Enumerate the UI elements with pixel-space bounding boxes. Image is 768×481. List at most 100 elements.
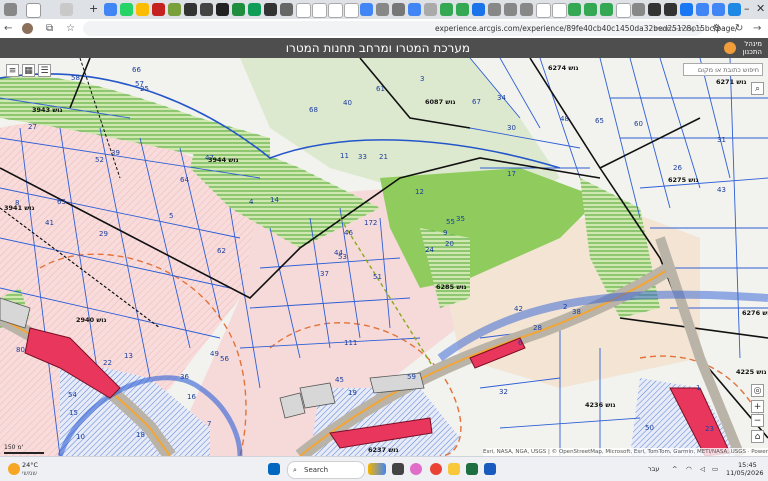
tab-favicon-icon[interactable] (472, 3, 485, 16)
tab-active[interactable] (26, 3, 41, 18)
tab-favicon-icon[interactable] (60, 3, 73, 16)
locate-icon[interactable]: ◎ (751, 384, 764, 397)
new-tab-button[interactable]: + (89, 2, 98, 16)
parcel-number: 39 (111, 149, 120, 157)
refresh-icon[interactable]: ↻ (735, 21, 743, 36)
basemap-icon[interactable]: ▦ (22, 64, 35, 77)
parcel-number: 11 (340, 152, 349, 160)
tab-favicon-icon[interactable] (424, 3, 437, 16)
maps-tab-icon[interactable] (584, 3, 597, 16)
minimize-window-icon[interactable]: – (744, 2, 750, 16)
tab-favicon-icon[interactable] (712, 3, 725, 16)
whatsapp-tab-icon[interactable] (120, 3, 133, 16)
browser-tab-bar: + – ✕ (0, 0, 768, 19)
tab-favicon-icon[interactable] (280, 3, 293, 16)
parcel-number: 10 (76, 433, 85, 441)
tab-favicon-icon[interactable] (216, 3, 229, 16)
block-label: 6276 גוש (742, 309, 768, 317)
tab-favicon-icon[interactable] (4, 3, 17, 16)
parcel-number: 60 (634, 120, 643, 128)
back-icon[interactable]: ← (4, 21, 12, 36)
excel-icon[interactable] (466, 463, 478, 475)
word-icon[interactable] (484, 463, 496, 475)
parcel-number: 31 (717, 136, 726, 144)
tab-favicon-icon[interactable] (504, 3, 517, 16)
parcel-number: 20 (445, 240, 454, 248)
tab-favicon-icon[interactable] (376, 3, 389, 16)
tab-favicon-icon[interactable] (664, 3, 677, 16)
google-tab-icon[interactable] (616, 3, 631, 18)
google-tab-icon[interactable] (296, 3, 311, 18)
tab-favicon-icon[interactable] (696, 3, 709, 16)
copilot-icon[interactable] (410, 463, 422, 475)
tab-favicon-icon[interactable] (520, 3, 533, 16)
parcel-number: 17 (507, 170, 516, 178)
tab-favicon-icon[interactable] (200, 3, 213, 16)
id-tab-icon[interactable] (264, 3, 277, 16)
parcel-number: 2 (563, 303, 567, 311)
google-tab-icon[interactable] (552, 3, 567, 18)
facebook-tab-icon[interactable] (680, 3, 693, 16)
weather-icon[interactable] (8, 463, 20, 475)
tab-favicon-icon[interactable] (136, 3, 149, 16)
layers-icon[interactable]: ≡ (6, 64, 19, 77)
parcel-number: 42 (514, 305, 523, 313)
search-submit-icon[interactable]: ⌕ (751, 82, 764, 95)
tab-favicon-icon[interactable] (392, 3, 405, 16)
wifi-icon[interactable]: ◠ (686, 465, 692, 473)
parcel-number: 66 (132, 66, 141, 74)
address-bar[interactable]: experience.arcgis.com/experience/89fe40c… (83, 21, 738, 36)
tab-favicon-icon[interactable] (360, 3, 373, 16)
map-view[interactable]: 3943 גוש 6087 גוש 3944 גוש 3941 גוש 6274… (0, 58, 768, 456)
tab-favicon-icon[interactable] (648, 3, 661, 16)
tab-favicon-icon[interactable] (728, 3, 741, 16)
zoom-out-button[interactable]: − (751, 414, 764, 427)
tab-favicon-icon[interactable] (488, 3, 501, 16)
file-explorer-icon[interactable] (448, 463, 460, 475)
star-icon[interactable]: ☆ (66, 21, 75, 36)
clock-date[interactable]: 11/05/2026 (726, 469, 763, 477)
map-canvas[interactable]: 3943 גוש 6087 גוש 3944 גוש 3941 גוש 6274… (0, 58, 768, 456)
tab-favicon-icon[interactable] (248, 3, 261, 16)
battery-icon[interactable]: ▭ (712, 465, 718, 473)
tab-favicon-icon[interactable] (408, 3, 421, 16)
forward-icon[interactable]: → (753, 21, 761, 36)
legend-icon[interactable]: ☰ (38, 64, 51, 77)
start-icon[interactable] (268, 463, 280, 475)
maps-tab-icon[interactable] (568, 3, 581, 16)
id-tab-icon[interactable] (184, 3, 197, 16)
parcel-number: 37 (320, 270, 329, 278)
block-label: 6274 גוש (548, 64, 579, 72)
taskbar-search[interactable]: ⌕ Search (287, 461, 365, 479)
parcel-number: 35 (456, 215, 465, 223)
chrome-icon[interactable] (430, 463, 442, 475)
widgets-icon[interactable] (368, 463, 386, 475)
tray-chevron-icon[interactable]: ^ (672, 465, 677, 473)
clock-time[interactable]: 15:45 (738, 461, 757, 469)
task-view-icon[interactable] (392, 463, 404, 475)
google-tab-icon[interactable] (312, 3, 327, 18)
google-tab-icon[interactable] (328, 3, 343, 18)
block-label: 6271 גוש (716, 78, 747, 86)
tab-favicon-icon[interactable] (104, 3, 117, 16)
gmail-tab-icon[interactable] (152, 3, 165, 16)
maps-tab-icon[interactable] (456, 3, 469, 16)
map-search-input[interactable]: חיפוש כתובת או מקום (683, 63, 763, 76)
google-tab-icon[interactable] (344, 3, 359, 18)
volume-icon[interactable]: ◁ (700, 465, 705, 473)
parcel-number: 61 (376, 85, 385, 93)
tab-favicon-icon[interactable] (168, 3, 181, 16)
tab-favicon-icon[interactable] (632, 3, 645, 16)
tune-icon[interactable]: ⚙ (712, 21, 721, 36)
tab-favicon-icon[interactable] (232, 3, 245, 16)
extensions-icon[interactable]: ⧉ (46, 21, 53, 36)
google-tab-icon[interactable] (536, 3, 551, 18)
maps-tab-icon[interactable] (600, 3, 613, 16)
language-indicator[interactable]: עבר (648, 465, 660, 473)
parcel-number: 45 (335, 376, 344, 384)
home-button[interactable]: ⌂ (751, 430, 764, 443)
zoom-in-button[interactable]: + (751, 400, 764, 413)
maps-tab-icon[interactable] (440, 3, 453, 16)
profile-avatar-icon[interactable] (22, 23, 33, 34)
close-window-icon[interactable]: ✕ (756, 2, 765, 16)
